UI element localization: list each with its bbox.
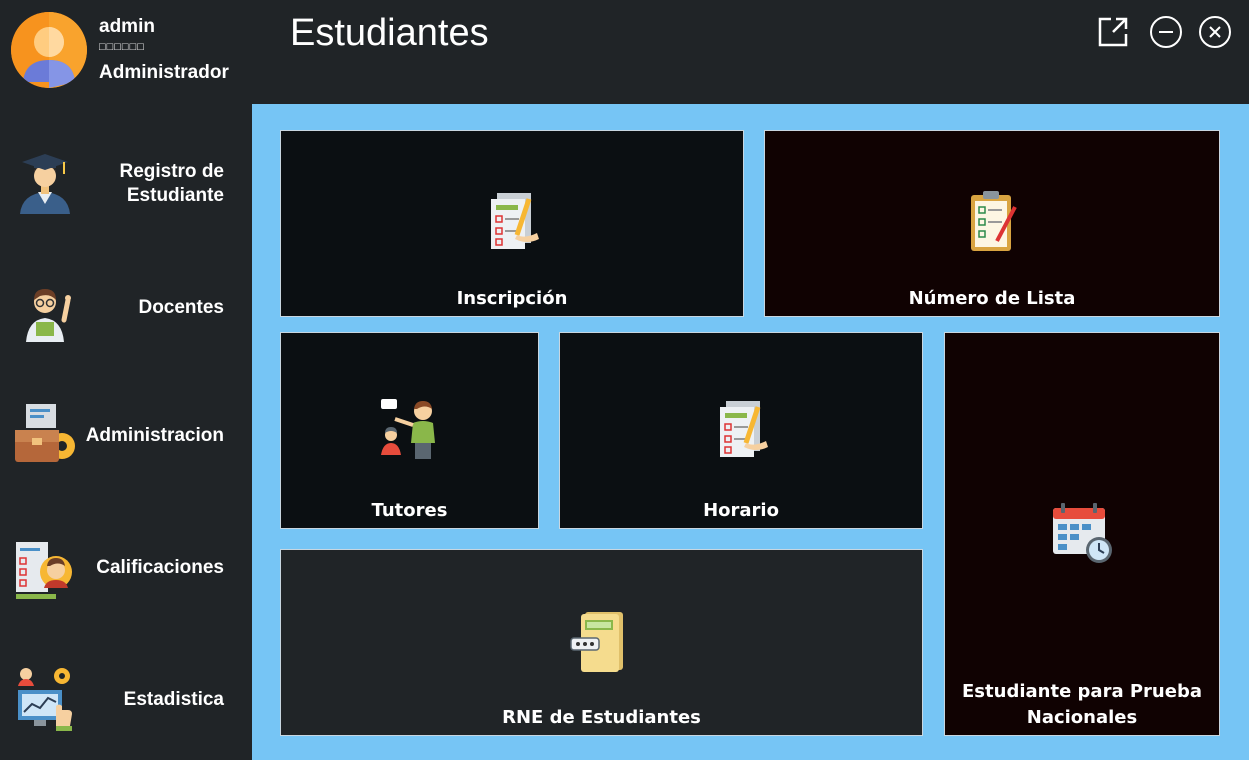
clipboard-icon [957,187,1027,257]
tile-inscripcion[interactable]: Inscripción [280,130,744,317]
sidebar-item-administracion[interactable]: Administracion [0,382,250,492]
teacher-icon [12,276,78,342]
calendar-clock-icon [1047,498,1117,568]
tile-tutores[interactable]: Tutores [280,332,539,529]
tutor-icon [375,395,445,465]
user-profile: admin □□□□□□ Administrador [0,0,250,104]
header: Estudiantes [252,0,1249,104]
tile-numero-lista[interactable]: Número de Lista [764,130,1220,317]
tile-label: Tutores [371,500,448,521]
sidebar-item-label: Registro de Estudiante [119,160,224,208]
sidebar-item-docentes[interactable]: Docentes [0,254,250,364]
tile-label: Número de Lista [908,288,1076,309]
grades-icon [12,536,78,602]
sidebar-item-label: Docentes [138,297,224,318]
tile-label: RNE de Estudiantes [502,707,701,728]
page-title: Estudiantes [290,12,489,54]
statistics-icon [12,666,78,732]
folder-id-icon [567,608,637,678]
graduate-icon [12,148,78,214]
profile-username: admin [99,16,155,37]
tile-label: Estudiante para Prueba Nacionales [945,679,1219,731]
sidebar: admin □□□□□□ Administrador Registro de E… [0,0,250,760]
sidebar-label-line1: Registro de [119,161,224,182]
tile-label: Horario [703,500,779,521]
sidebar-item-calificaciones[interactable]: Calificaciones [0,514,250,624]
sidebar-item-label: Calificaciones [96,557,224,578]
sidebar-label-line2: Estudiante [126,185,224,206]
tile-rne-estudiantes[interactable]: RNE de Estudiantes [280,549,923,736]
tile-label-line1: Estudiante para Prueba [962,681,1202,702]
sidebar-item-label: Administracion [85,425,224,446]
main-panel: Inscripción Número de Lista Tutores Hora… [252,104,1249,760]
avatar [11,12,87,88]
tile-label: Inscripción [456,288,568,309]
minimize-icon[interactable] [1148,14,1184,50]
checklist-pen-icon [477,187,547,257]
tile-prueba-nacionales[interactable]: Estudiante para Prueba Nacionales [944,332,1220,736]
external-link-icon[interactable] [1095,14,1131,50]
tile-label-line2: Nacionales [1026,707,1138,728]
sidebar-item-registro-estudiante[interactable]: Registro de Estudiante [0,130,250,240]
sidebar-item-estadistica[interactable]: Estadistica [0,646,250,756]
checklist-pen-icon [706,395,776,465]
sidebar-item-label: Estadistica [123,689,224,710]
briefcase-gear-icon [12,402,78,468]
tile-horario[interactable]: Horario [559,332,923,529]
close-icon[interactable] [1197,14,1233,50]
profile-status: □□□□□□ [99,41,145,53]
profile-role: Administrador [99,62,229,83]
